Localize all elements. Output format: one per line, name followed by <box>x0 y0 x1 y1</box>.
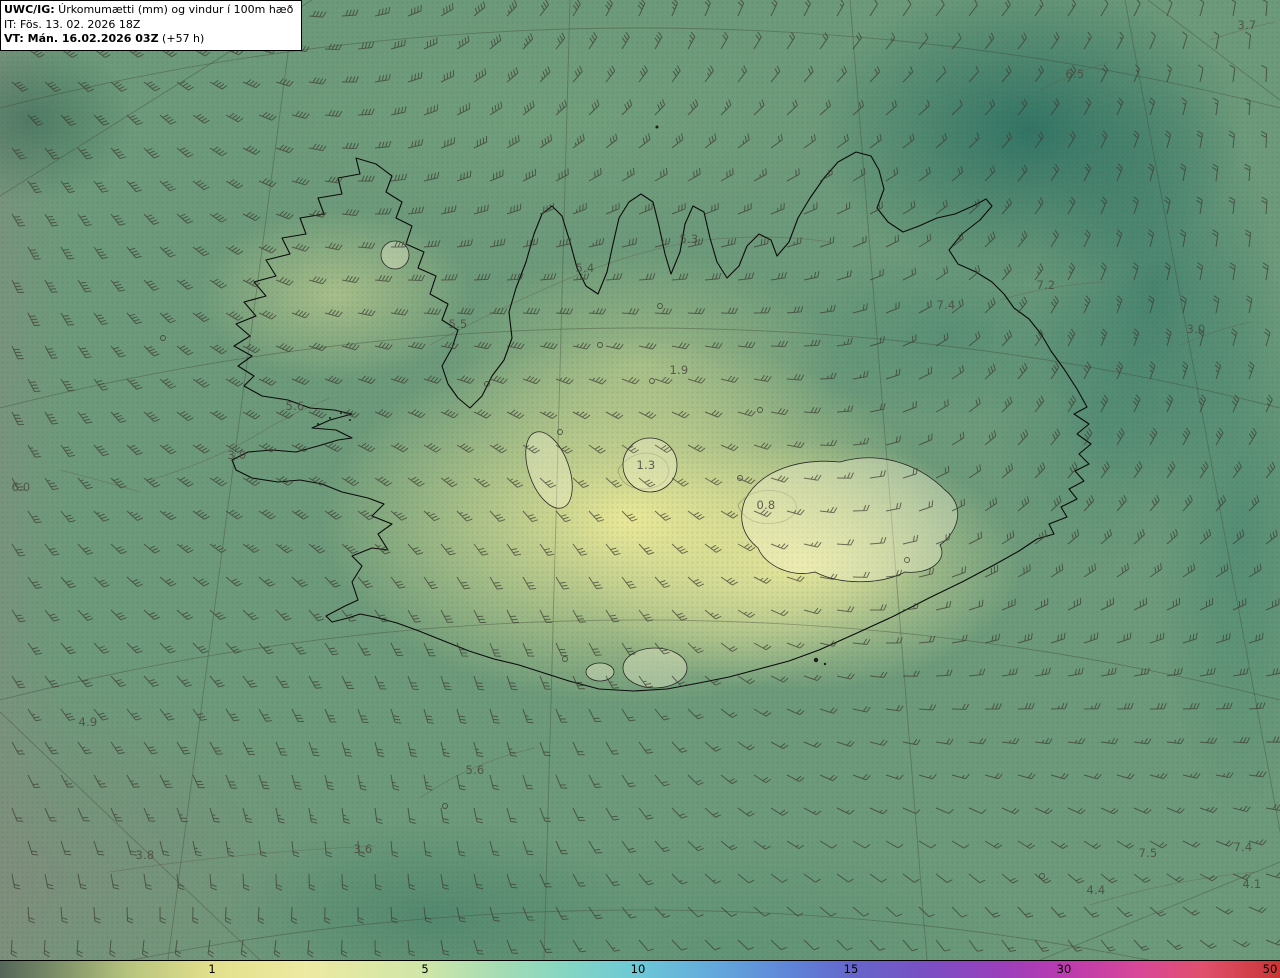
lead-time: (+57 h) <box>158 32 205 46</box>
model-name: UWC/IG: <box>4 3 55 16</box>
title-box: UWC/IG: Úrkomumætti (mm) og vindur í 100… <box>0 0 303 51</box>
colorbar-tick-label: 10 <box>630 962 646 976</box>
map-overlay-svg <box>0 0 1280 960</box>
island-specks <box>317 125 827 666</box>
colorbar-tick-label: 5 <box>421 962 429 976</box>
map-area: 3.7 6.5 5.3 5.4 5.5 7.2 7.4 3.0 1.9 5.6 3.0 6.0 1.3 0… <box>0 0 1280 960</box>
colorbar: 1 5 10 15 30 50 <box>0 960 1280 978</box>
colorbar-tick-label: 30 <box>1056 962 1072 976</box>
glacier-outlines <box>380 240 959 689</box>
colorbar-tick-label: 50 <box>1262 962 1278 976</box>
weather-map: 3.7 6.5 5.3 5.4 5.5 7.2 7.4 3.0 1.9 5.6 3.0 6.0 1.3 0… <box>0 0 1280 978</box>
station-markers <box>160 303 1045 879</box>
title-line: UWC/IG: Úrkomumætti (mm) og vindur í 100… <box>4 3 293 18</box>
colorbar-ticks: 1 5 10 15 30 50 <box>0 961 1280 978</box>
init-time: IT: Fös. 13. 02. 2026 18Z <box>4 17 141 31</box>
colorbar-tick-label: 15 <box>843 962 859 976</box>
valid-line: VT: Mán. 16.02.2026 03Z (+57 h) <box>4 32 293 47</box>
colorbar-tick-label: 1 <box>208 962 216 976</box>
map-title: Úrkomumætti (mm) og vindur í 100m hæð <box>54 3 294 16</box>
valid-time: VT: Mán. 16.02.2026 03Z <box>4 32 159 46</box>
